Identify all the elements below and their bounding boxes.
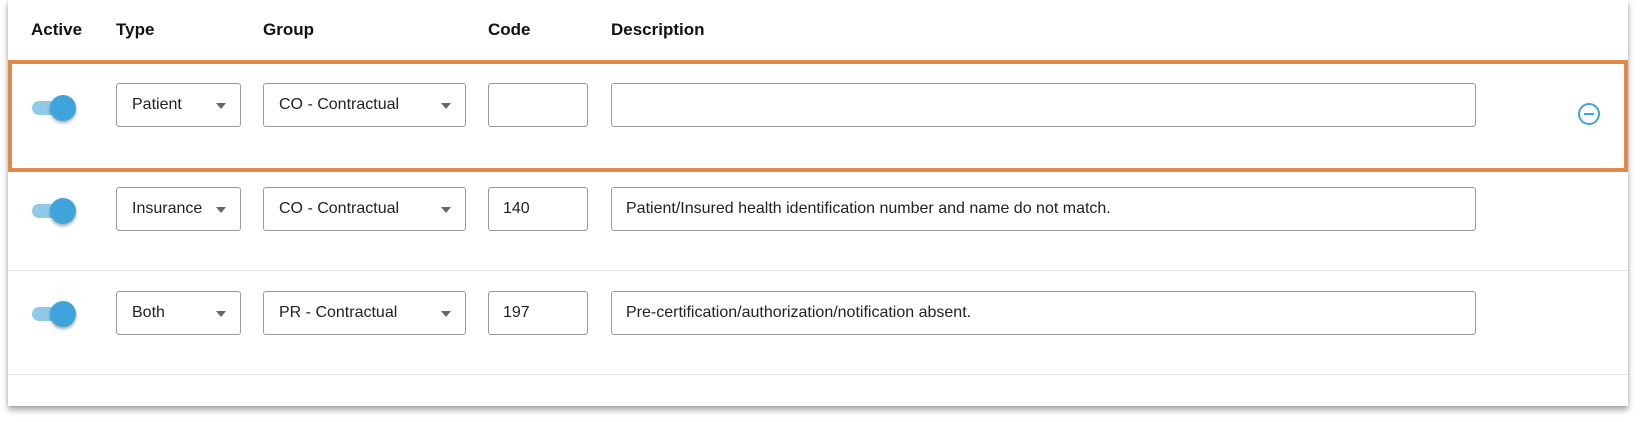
code-input-value: 197 (503, 304, 530, 321)
header-group: Group (263, 20, 314, 39)
type-select[interactable]: Insurance (116, 187, 241, 231)
toggle-knob (50, 198, 76, 224)
code-input[interactable] (488, 83, 588, 127)
description-input-value: Patient/Insured health identification nu… (626, 200, 1111, 217)
group-select-value: CO - Contractual (279, 96, 400, 113)
caret-down-icon (216, 311, 226, 317)
code-input[interactable]: 140 (488, 187, 588, 231)
remove-row-button[interactable] (1577, 102, 1601, 126)
group-select[interactable]: PR - Contractual (263, 291, 466, 335)
type-select[interactable]: Patient (116, 83, 241, 127)
code-input-value: 140 (503, 200, 530, 217)
header-type: Type (116, 20, 155, 39)
table-row: Patient CO - Contractual (8, 60, 1628, 172)
description-input[interactable]: Patient/Insured health identification nu… (611, 187, 1476, 231)
description-input[interactable] (611, 83, 1476, 127)
minus-circle-icon (1578, 103, 1600, 125)
active-toggle[interactable] (32, 95, 78, 121)
table-row: Insurance CO - Contractual 140 Patient/I… (8, 172, 1628, 271)
header-code: Code (488, 20, 531, 39)
active-toggle[interactable] (32, 198, 78, 224)
group-select[interactable]: CO - Contractual (263, 187, 466, 231)
table-row: Both PR - Contractual 197 Pre-certificat… (8, 271, 1628, 375)
group-select[interactable]: CO - Contractual (263, 83, 466, 127)
caret-down-icon (441, 207, 451, 213)
type-select[interactable]: Both (116, 291, 241, 335)
code-input[interactable]: 197 (488, 291, 588, 335)
codes-table: Active Type Group Code Description Patie… (8, 0, 1628, 406)
description-input-value: Pre-certification/authorization/notifica… (626, 304, 972, 321)
group-select-value: PR - Contractual (279, 304, 398, 321)
type-select-value: Patient (132, 96, 182, 113)
caret-down-icon (441, 311, 451, 317)
active-toggle[interactable] (32, 301, 78, 327)
toggle-knob (50, 301, 76, 327)
type-select-value: Insurance (132, 200, 203, 217)
toggle-knob (50, 95, 76, 121)
type-select-value: Both (132, 304, 165, 321)
group-select-value: CO - Contractual (279, 200, 400, 217)
caret-down-icon (216, 103, 226, 109)
header-description: Description (611, 20, 705, 39)
caret-down-icon (216, 207, 226, 213)
caret-down-icon (441, 103, 451, 109)
description-input[interactable]: Pre-certification/authorization/notifica… (611, 291, 1476, 335)
header-active: Active (31, 20, 83, 39)
